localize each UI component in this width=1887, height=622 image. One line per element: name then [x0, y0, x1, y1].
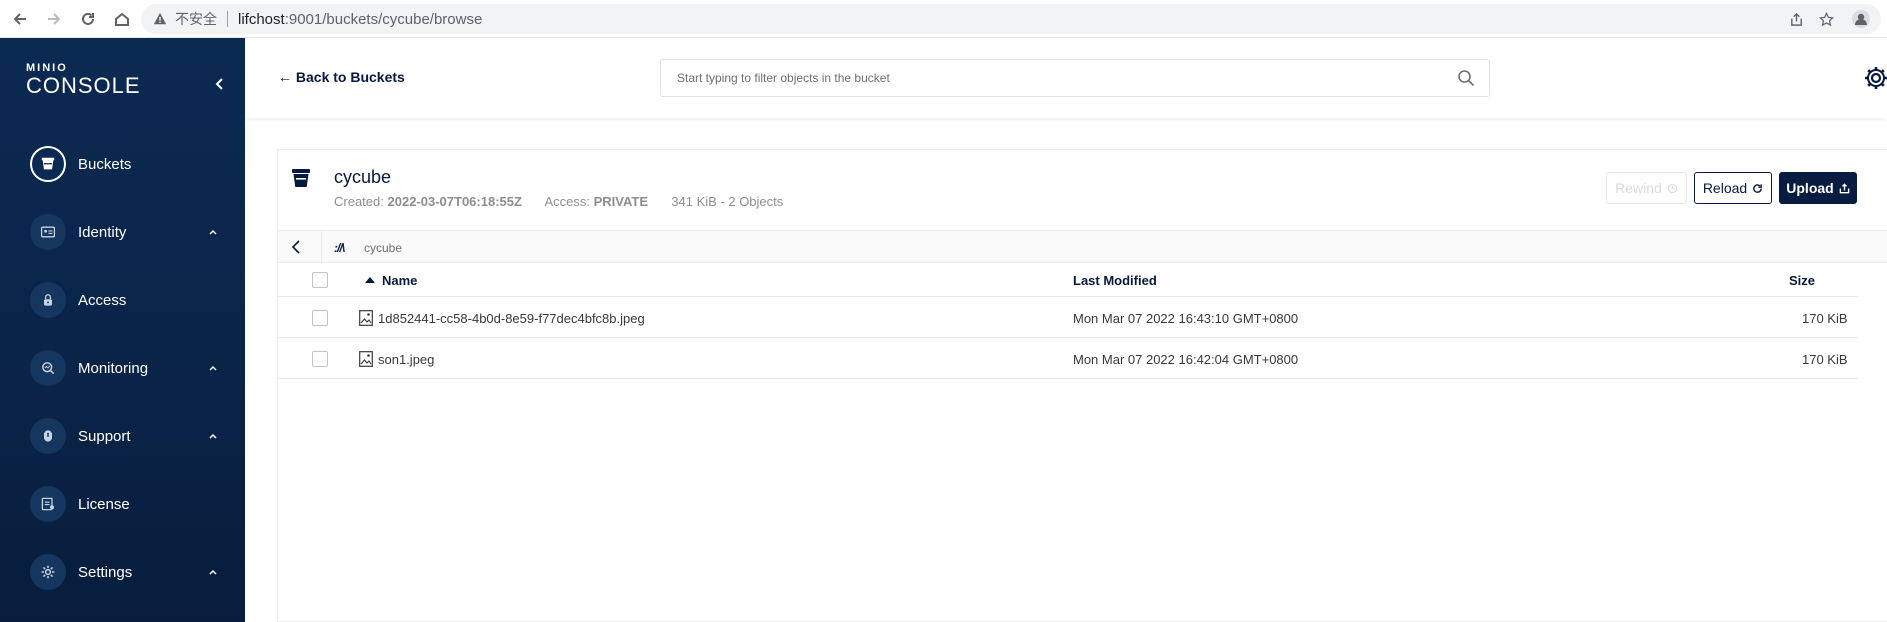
created-label: Created:	[334, 194, 384, 209]
lock-icon	[30, 282, 66, 318]
address-bar[interactable]: 不安全 lifchost:9001/buckets/cycube/browse	[141, 4, 1881, 34]
sidebar-item-label: Monitoring	[78, 359, 149, 377]
browser-forward-button[interactable]	[40, 5, 68, 33]
url-text[interactable]: lifchost:9001/buckets/cycube/browse	[238, 11, 482, 28]
breadcrumb-path[interactable]: cycube	[364, 241, 402, 255]
profile-avatar-icon[interactable]	[1841, 4, 1881, 34]
chevron-up-icon	[209, 229, 217, 235]
warning-icon	[153, 11, 169, 27]
access-label: Access:	[544, 194, 590, 209]
sidebar-item-label: Buckets	[78, 155, 132, 173]
upload-icon	[1839, 182, 1850, 194]
sidebar-item-label: Access	[78, 291, 127, 309]
collapse-sidebar-button[interactable]	[210, 74, 230, 94]
table-header: Name Last Modified Size	[278, 263, 1858, 297]
row-checkbox[interactable]	[312, 351, 328, 367]
row-checkbox[interactable]	[312, 310, 328, 326]
bucket-title: cycube	[334, 167, 392, 187]
file-size: 170 KiB	[1802, 352, 1848, 367]
refresh-icon	[1752, 183, 1763, 194]
chevron-left-icon	[215, 78, 223, 90]
file-name[interactable]: 1d852441-cc58-4b0d-8e59-f77dec4bfc8b.jpe…	[378, 311, 645, 326]
sort-ascending-icon[interactable]	[365, 277, 375, 283]
sidebar-item-access[interactable]: Access	[0, 275, 245, 325]
image-file-icon	[359, 351, 373, 367]
bucket-metadata: Created: 2022-03-07T06:18:55Z Access: PR…	[334, 194, 783, 209]
file-last-modified: Mon Mar 07 2022 16:43:10 GMT+0800	[1073, 311, 1299, 326]
url-path: :9001/buckets/cycube/browse	[284, 10, 483, 28]
breadcrumb-divider	[321, 231, 322, 264]
bookmark-star-icon[interactable]	[1811, 4, 1841, 34]
logo-console-text: CONSOLE	[26, 73, 141, 98]
bucket-icon	[292, 169, 310, 187]
identity-card-icon	[30, 214, 66, 250]
created-value: 2022-03-07T06:18:55Z	[387, 194, 522, 209]
url-host: lifchost	[238, 10, 285, 28]
sidebar-item-monitoring[interactable]: Monitoring	[0, 343, 245, 393]
file-name[interactable]: son1.jpeg	[378, 352, 434, 367]
column-size[interactable]: Size	[1789, 273, 1815, 288]
sidebar-item-identity[interactable]: Identity	[0, 207, 245, 257]
sidebar-item-label: Settings	[78, 563, 133, 581]
settings-gear-icon[interactable]	[1862, 64, 1887, 92]
access-value: PRIVATE	[593, 194, 649, 209]
file-last-modified: Mon Mar 07 2022 16:42:04 GMT+0800	[1073, 352, 1299, 367]
reload-label: Reload	[1702, 180, 1748, 196]
browser-reload-button[interactable]	[74, 5, 102, 33]
search-input[interactable]	[677, 60, 1437, 96]
arrow-right-icon	[48, 12, 61, 25]
sidebar-item-label: License	[78, 495, 130, 513]
file-size: 170 KiB	[1802, 311, 1848, 326]
license-icon	[30, 486, 66, 522]
breadcrumb: ://\ cycube	[278, 230, 1887, 264]
share-icon[interactable]	[1781, 4, 1811, 34]
url-divider	[227, 11, 228, 27]
insecure-label[interactable]: 不安全	[175, 9, 217, 29]
upload-button[interactable]: Upload	[1779, 172, 1857, 204]
monitoring-search-icon	[30, 350, 66, 386]
back-to-buckets-link[interactable]: ← Back to Buckets	[278, 69, 405, 85]
chevron-up-icon	[209, 365, 217, 371]
history-icon	[1667, 183, 1678, 194]
arrow-left-icon	[13, 12, 26, 25]
sidebar-item-support[interactable]: Support	[0, 411, 245, 461]
bucket-size-summary: 341 KiB - 2 Objects	[671, 194, 784, 209]
sidebar-item-license[interactable]: License	[0, 479, 245, 529]
upload-label: Upload	[1786, 180, 1834, 196]
sidebar-item-buckets[interactable]: Buckets	[0, 139, 245, 189]
support-icon	[30, 418, 66, 454]
sidebar: MINIO CONSOLE Buckets Identity Access Mo…	[0, 38, 245, 622]
bucket-icon	[30, 146, 66, 182]
chevron-up-icon	[209, 569, 217, 575]
reload-icon	[82, 12, 94, 25]
reload-button[interactable]: Reload	[1694, 172, 1772, 204]
gear-icon	[30, 554, 66, 590]
breadcrumb-root-icon[interactable]: ://\	[334, 241, 345, 255]
address-bar-actions	[1781, 4, 1881, 34]
browser-back-button[interactable]	[6, 5, 34, 33]
search-icon[interactable]	[1457, 69, 1475, 87]
rewind-button[interactable]: Rewind	[1606, 172, 1687, 204]
select-all-checkbox[interactable]	[312, 272, 328, 288]
browser-toolbar: 不安全 lifchost:9001/buckets/cycube/browse	[0, 0, 1887, 38]
bucket-browser-panel: cycube Created: 2022-03-07T06:18:55Z Acc…	[277, 149, 1887, 622]
object-filter-search	[660, 59, 1490, 97]
sidebar-item-label: Support	[78, 427, 131, 445]
column-last-modified[interactable]: Last Modified	[1073, 273, 1157, 288]
home-icon	[115, 12, 129, 26]
sidebar-item-label: Identity	[78, 223, 127, 241]
image-file-icon	[359, 310, 373, 326]
browser-home-button[interactable]	[108, 5, 136, 33]
chevron-left-icon[interactable]	[288, 238, 306, 256]
page-header: ← Back to Buckets	[245, 38, 1887, 118]
chevron-up-icon	[209, 433, 217, 439]
minio-console-logo[interactable]: MINIO CONSOLE	[26, 62, 141, 98]
table-row[interactable]: son1.jpeg Mon Mar 07 2022 16:42:04 GMT+0…	[278, 339, 1858, 379]
rewind-label: Rewind	[1615, 180, 1662, 196]
table-row[interactable]: 1d852441-cc58-4b0d-8e59-f77dec4bfc8b.jpe…	[278, 298, 1858, 338]
sidebar-item-settings[interactable]: Settings	[0, 547, 245, 597]
column-name[interactable]: Name	[382, 273, 417, 288]
